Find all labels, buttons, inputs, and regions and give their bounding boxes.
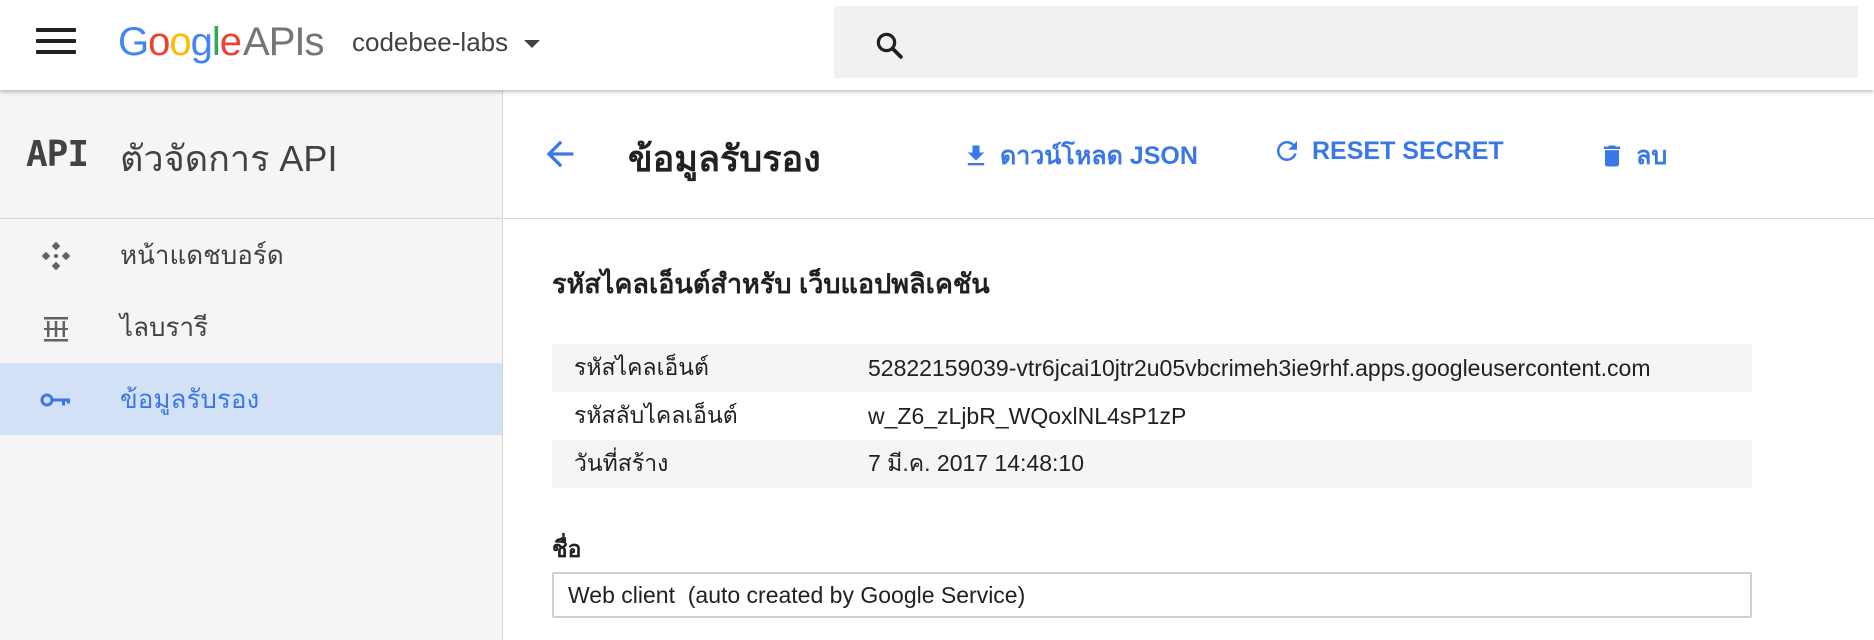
sidebar-item-label: ไลบรารี xyxy=(120,311,209,342)
delete-label: ลบ xyxy=(1636,142,1668,170)
client-id-value: 52822159039-vtr6jcai10jtr2u05vbcrimeh3ie… xyxy=(868,354,1651,381)
google-apis-logo[interactable]: GoogleAPIs xyxy=(118,18,325,66)
api-logo-icon: API xyxy=(26,134,89,175)
sidebar-item-label: หน้าแดชบอร์ด xyxy=(120,239,284,270)
row-key: วันที่สร้าง xyxy=(574,450,669,476)
project-name: codebee-labs xyxy=(352,26,509,57)
sidebar-item-label: ข้อมูลรับรอง xyxy=(120,383,260,414)
dashboard-icon xyxy=(41,241,71,271)
reset-secret-label: RESET SECRET xyxy=(1312,136,1504,165)
credential-details-table: รหัสไคลเอ็นต์ 52822159039-vtr6jcai10jtr2… xyxy=(552,344,1752,488)
name-field-label: ชื่อ xyxy=(552,536,582,562)
main-content: ข้อมูลรับรอง ดาวน์โหลด JSON RESET SECRET… xyxy=(504,90,1874,640)
top-app-bar: GoogleAPIs codebee-labs xyxy=(0,0,1874,90)
hamburger-menu-icon[interactable] xyxy=(36,28,76,60)
sidebar-header: API ตัวจัดการ API xyxy=(0,90,502,219)
search-icon xyxy=(876,32,903,59)
table-row: รหัสไคลเอ็นต์ 52822159039-vtr6jcai10jtr2… xyxy=(552,344,1752,392)
refresh-icon xyxy=(1276,140,1297,161)
download-icon xyxy=(967,145,985,166)
row-key: รหัสลับไคลเอ็นต์ xyxy=(574,402,738,428)
delete-button[interactable]: ลบ xyxy=(1598,136,1667,176)
project-selector[interactable]: codebee-labs xyxy=(352,24,541,60)
sidebar: API ตัวจัดการ API หน้าแดชบอร์ด ไลบรารี ข… xyxy=(0,90,503,640)
caret-down-icon xyxy=(524,40,541,48)
key-icon xyxy=(40,393,70,407)
download-json-button[interactable]: ดาวน์โหลด JSON xyxy=(962,136,1198,176)
sidebar-nav: หน้าแดชบอร์ด ไลบรารี ข้อมูลรับรอง xyxy=(0,219,502,435)
sidebar-item-dashboard[interactable]: หน้าแดชบอร์ด xyxy=(0,219,502,291)
sidebar-item-library[interactable]: ไลบรารี xyxy=(0,291,502,363)
client-secret-value: w_Z6_zLjbR_WQoxlNL4sP1zP xyxy=(868,402,1187,429)
table-row: รหัสลับไคลเอ็นต์ w_Z6_zLjbR_WQoxlNL4sP1z… xyxy=(552,392,1752,440)
library-icon xyxy=(44,317,68,342)
sidebar-item-credentials[interactable]: ข้อมูลรับรอง xyxy=(0,363,502,435)
table-row: วันที่สร้าง 7 มี.ค. 2017 14:48:10 xyxy=(552,440,1752,488)
page-title: ข้อมูลรับรอง xyxy=(628,138,821,179)
created-date-value: 7 มี.ค. 2017 14:48:10 xyxy=(868,450,1084,476)
name-input[interactable] xyxy=(552,572,1752,618)
page-header: ข้อมูลรับรอง ดาวน์โหลด JSON RESET SECRET… xyxy=(504,90,1874,219)
download-json-label: ดาวน์โหลด JSON xyxy=(1000,142,1198,170)
section-title: รหัสไคลเอ็นต์สำหรับ เว็บแอปพลิเคชัน xyxy=(552,269,990,299)
reset-secret-button[interactable]: RESET SECRET xyxy=(1272,136,1504,166)
search-input[interactable] xyxy=(834,6,1858,78)
row-key: รหัสไคลเอ็นต์ xyxy=(574,354,709,380)
sidebar-title: ตัวจัดการ API xyxy=(120,138,338,179)
trash-icon xyxy=(1603,145,1621,167)
back-arrow-icon[interactable] xyxy=(540,134,580,174)
